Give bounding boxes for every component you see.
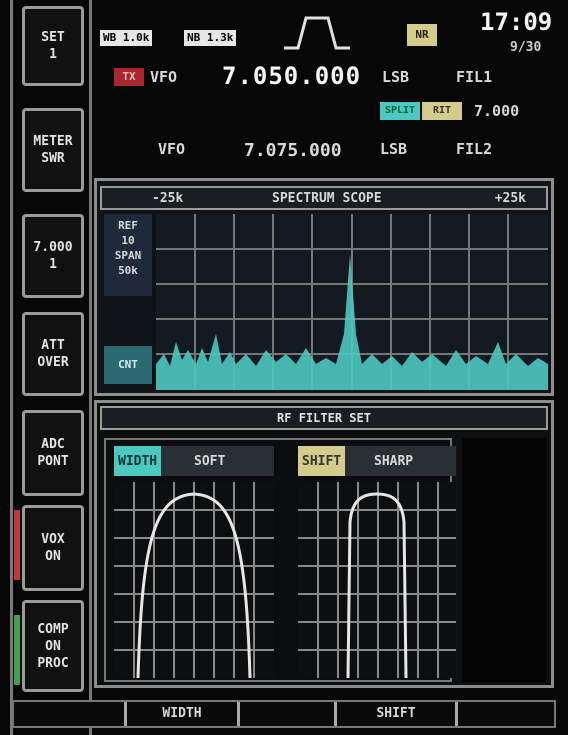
shift-filter-graph[interactable] xyxy=(298,482,456,678)
filter-side-column xyxy=(462,438,546,682)
mode-badge: NR xyxy=(407,24,437,46)
menu-label: 7.000 xyxy=(33,240,73,255)
side-label: REF xyxy=(118,219,138,232)
menu-label: SWR xyxy=(41,151,65,166)
menu-button-comp[interactable]: COMP ON PROC xyxy=(22,600,84,692)
menu-label: 1 xyxy=(49,257,57,272)
vox-indicator xyxy=(14,510,20,580)
menu-label: PONT xyxy=(37,454,69,469)
rit-badge[interactable]: RIT xyxy=(422,102,462,120)
shift-header: SHIFT SHARP xyxy=(298,446,456,476)
split-badge[interactable]: SPLIT xyxy=(380,102,420,120)
vfo-a-filter[interactable]: FIL1 xyxy=(456,68,492,86)
menu-label: COMP xyxy=(37,621,69,637)
menu-label: ON xyxy=(45,549,61,564)
spectrum-plot xyxy=(156,214,548,390)
side-label: SPAN xyxy=(114,249,142,262)
menu-button-adc[interactable]: ADC PONT xyxy=(22,410,84,496)
menu-button-att[interactable]: ATT OVER xyxy=(22,312,84,396)
vfo-b-mode[interactable]: LSB xyxy=(380,140,407,158)
width-value: SOFT xyxy=(194,453,226,469)
width-filter-graph[interactable] xyxy=(114,482,274,678)
menu-label: ADC xyxy=(41,437,65,452)
menu-label: ON xyxy=(45,638,61,654)
footer-bar xyxy=(12,700,556,728)
menu-label: PROC xyxy=(37,655,69,671)
footer-shift-button[interactable]: SHIFT xyxy=(334,702,458,726)
menu-label: METER xyxy=(33,134,73,149)
spectrum-header: -25k SPECTRUM SCOPE +25k xyxy=(100,186,548,210)
rit-value: 7.000 xyxy=(474,102,520,120)
menu-button-set[interactable]: SET 1 xyxy=(22,6,84,86)
status-box-wb: WB 1.0k xyxy=(100,30,153,46)
filter-panel-title: RF FILTER SET xyxy=(100,406,548,430)
vfo-b-filter[interactable]: FIL2 xyxy=(456,140,492,158)
spectrum-center-button[interactable]: CNT xyxy=(104,346,152,384)
vfo-b-frequency[interactable]: 7.075.000 xyxy=(244,140,342,161)
filter-shape-icon xyxy=(284,16,350,50)
spectrum-right-label: +25k xyxy=(494,190,526,206)
spectrum-side-panel: REF 10 SPAN 50k xyxy=(104,214,152,296)
vfo-a-frequency[interactable]: 7.050.000 xyxy=(222,62,361,90)
status-box-nb: NB 1.3k xyxy=(184,30,237,46)
side-label: 10 xyxy=(121,234,135,247)
footer-width-button[interactable]: WIDTH xyxy=(124,702,240,726)
vfo-a-mode[interactable]: LSB xyxy=(382,68,409,86)
shift-value: SHARP xyxy=(374,453,414,469)
width-tag: WIDTH xyxy=(114,446,162,476)
clock-time: 17:09 xyxy=(480,8,553,36)
menu-label: VOX xyxy=(41,532,65,547)
menu-label: SET xyxy=(41,30,65,45)
vfo-a-label: VFO xyxy=(150,68,178,86)
menu-label: 1 xyxy=(49,47,57,62)
width-header: WIDTH SOFT xyxy=(114,446,274,476)
vfo-b-label: VFO xyxy=(158,140,186,158)
spectrum-left-label: -25k xyxy=(152,190,184,206)
menu-button-band[interactable]: 7.000 1 xyxy=(22,214,84,298)
comp-indicator xyxy=(14,615,20,685)
menu-button-meter[interactable]: METER SWR xyxy=(22,108,84,192)
menu-label: OVER xyxy=(37,355,69,370)
side-label: 50k xyxy=(118,264,138,277)
tx-badge: TX xyxy=(114,68,144,86)
menu-label: ATT xyxy=(41,338,65,353)
shift-tag: SHIFT xyxy=(298,446,346,476)
clock-date: 9/30 xyxy=(510,40,542,55)
spectrum-center-label: SPECTRUM SCOPE xyxy=(272,190,382,206)
menu-button-vox[interactable]: VOX ON xyxy=(22,505,84,591)
